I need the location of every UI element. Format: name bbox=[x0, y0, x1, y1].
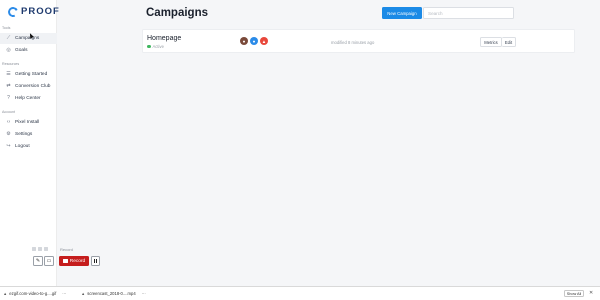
main-content: Campaigns New Campaign Homepage Active ●… bbox=[57, 0, 600, 286]
pen-tool-button[interactable]: ✎ bbox=[33, 256, 43, 266]
sidebar-item-pixel-install[interactable]: ‹› Pixel Install bbox=[0, 117, 57, 128]
sidebar-item-goals[interactable]: ◎ Goals bbox=[0, 45, 57, 56]
download-item[interactable]: ▴ screencast_2018-0....mp4 ⋯ bbox=[82, 287, 146, 300]
download-item[interactable]: ▴ ezgif.com-video-to-g....gif ⋯ bbox=[4, 287, 67, 300]
sidebar-item-label: Pixel Install bbox=[15, 120, 40, 125]
pause-bar-icon bbox=[96, 259, 98, 263]
campaign-name[interactable]: Homepage bbox=[147, 35, 181, 42]
sidebar-item-label: Logout bbox=[15, 144, 30, 149]
recorder-handle[interactable] bbox=[32, 247, 48, 251]
expand-arrow-icon: ▴ bbox=[82, 290, 85, 296]
window-icon: ▭ bbox=[46, 258, 52, 264]
logout-icon: ↪ bbox=[6, 143, 11, 149]
sidebar-item-label: Goals bbox=[15, 48, 28, 53]
target-icon: ◎ bbox=[6, 47, 11, 53]
list-icon: ☰ bbox=[6, 71, 11, 77]
sidebar-item-getting-started[interactable]: ☰ Getting Started bbox=[0, 69, 57, 80]
recorder-label: Record bbox=[60, 247, 73, 252]
code-icon: ‹› bbox=[6, 119, 11, 125]
download-filename: screencast_2018-0....mp4 bbox=[87, 291, 136, 296]
section-account: Account bbox=[2, 110, 15, 114]
sidebar-item-logout[interactable]: ↪ Logout bbox=[0, 141, 57, 152]
status-text: Active bbox=[152, 44, 164, 49]
handle-dot-icon bbox=[32, 247, 36, 251]
help-icon: ? bbox=[7, 95, 10, 101]
notification-type-icons: ● ● ▲ bbox=[240, 37, 268, 45]
more-options-icon[interactable]: ⋯ bbox=[62, 291, 67, 296]
status-dot-icon bbox=[147, 44, 151, 49]
wand-icon: ⟋ bbox=[6, 35, 11, 41]
app-window: PROOF Tools ⟋ Campaigns ◎ Goals Resource… bbox=[0, 0, 600, 286]
sidebar: PROOF Tools ⟋ Campaigns ◎ Goals Resource… bbox=[0, 0, 60, 286]
close-icon[interactable]: ✕ bbox=[589, 290, 593, 296]
sidebar-item-help-center[interactable]: ? Help Center bbox=[0, 93, 57, 104]
edit-button[interactable]: Edit bbox=[502, 37, 516, 47]
window-tool-button[interactable]: ▭ bbox=[44, 256, 54, 266]
handle-dot-icon bbox=[44, 247, 48, 251]
logo[interactable]: PROOF bbox=[6, 5, 60, 18]
camera-icon bbox=[62, 259, 68, 263]
fire-icon: ▲ bbox=[260, 37, 268, 45]
section-tools: Tools bbox=[2, 26, 11, 30]
search-input[interactable] bbox=[423, 7, 514, 19]
pen-icon: ✎ bbox=[35, 258, 41, 264]
section-resources: Resources bbox=[2, 62, 20, 66]
status-badge: Active bbox=[147, 44, 164, 49]
pause-button[interactable] bbox=[91, 256, 100, 266]
downloads-bar: ▴ ezgif.com-video-to-g....gif ⋯ ▴ screen… bbox=[0, 286, 600, 299]
avatar-icon: ● bbox=[240, 37, 248, 45]
sidebar-item-label: Getting Started bbox=[15, 72, 48, 77]
sidebar-item-settings[interactable]: ⚙ Settings bbox=[0, 129, 57, 140]
sync-icon: ⇄ bbox=[6, 83, 11, 89]
campaign-row[interactable]: Homepage Active ● ● ▲ modified 8 minutes… bbox=[142, 29, 575, 53]
more-options-icon[interactable]: ⋯ bbox=[142, 291, 147, 296]
sidebar-item-label: Settings bbox=[15, 132, 33, 137]
show-all-button[interactable]: Show All bbox=[564, 290, 584, 297]
metrics-button[interactable]: Metrics bbox=[480, 37, 502, 47]
pause-bar-icon bbox=[93, 259, 95, 263]
gear-icon: ⚙ bbox=[6, 131, 11, 137]
download-filename: ezgif.com-video-to-g....gif bbox=[9, 291, 57, 296]
sidebar-item-label: Campaigns bbox=[15, 36, 40, 41]
sidebar-item-label: Help Center bbox=[15, 96, 41, 101]
record-button[interactable]: Record bbox=[59, 256, 89, 266]
page-title: Campaigns bbox=[146, 7, 208, 19]
record-label: Record bbox=[69, 258, 86, 264]
logo-text: PROOF bbox=[21, 6, 60, 17]
new-campaign-button[interactable]: New Campaign bbox=[382, 7, 422, 19]
sidebar-item-label: Conversion Club bbox=[15, 84, 51, 89]
modified-timestamp: modified 8 minutes ago bbox=[331, 40, 375, 45]
live-visitors-icon: ● bbox=[250, 37, 258, 45]
handle-dot-icon bbox=[38, 247, 42, 251]
expand-arrow-icon: ▴ bbox=[4, 290, 7, 296]
proof-logo-icon bbox=[6, 5, 20, 18]
sidebar-item-conversion-club[interactable]: ⇄ Conversion Club bbox=[0, 81, 57, 92]
